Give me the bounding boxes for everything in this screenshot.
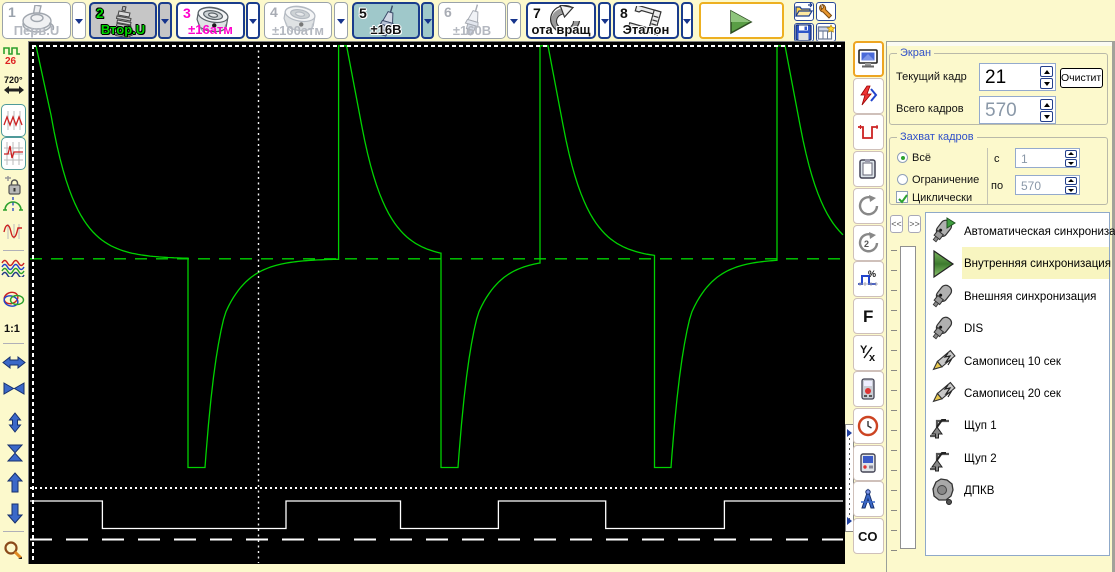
svg-text:1:1: 1:1 xyxy=(4,323,20,335)
svg-text:x: x xyxy=(869,352,876,364)
svg-text:F: F xyxy=(863,307,873,326)
svg-text:26: 26 xyxy=(5,56,17,65)
svg-text:720°: 720° xyxy=(4,75,23,85)
svg-text:CO: CO xyxy=(858,529,878,544)
svg-text:2: 2 xyxy=(864,239,869,249)
svg-text:%: % xyxy=(868,269,876,279)
